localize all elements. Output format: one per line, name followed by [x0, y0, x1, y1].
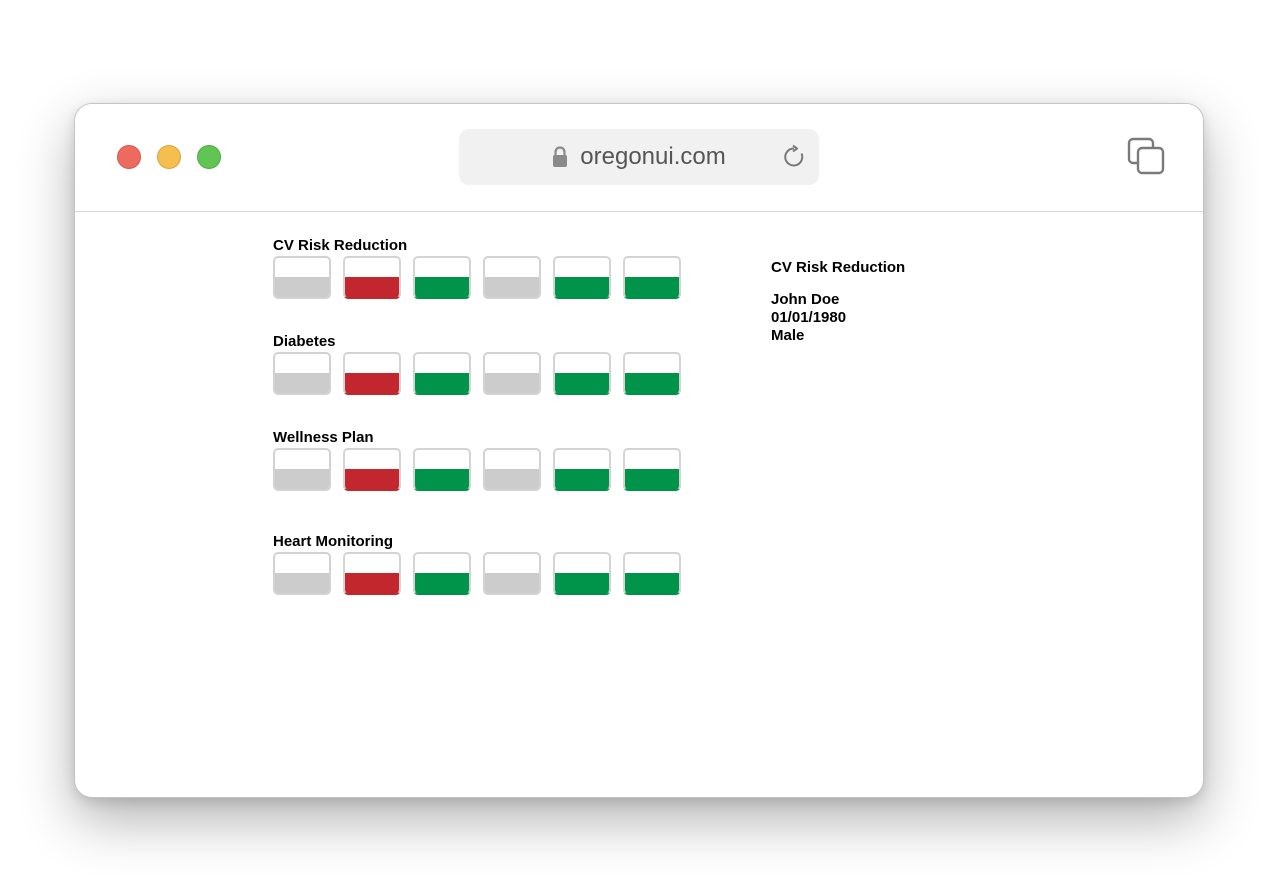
status-cell-fill: [625, 573, 679, 593]
status-cell-grey[interactable]: [273, 552, 331, 595]
status-cells: [273, 352, 681, 395]
status-cell-fill: [275, 373, 329, 393]
status-cell-fill: [415, 277, 469, 297]
patient-dob: 01/01/1980: [771, 309, 847, 326]
status-cell-green[interactable]: [413, 256, 471, 299]
group-wellness-plan: Wellness Plan: [273, 429, 681, 491]
address-bar[interactable]: oregonui.com: [459, 129, 819, 185]
patient-name: John Doe: [771, 291, 840, 308]
status-cell-fill: [485, 573, 539, 593]
status-cell-fill: [485, 277, 539, 297]
status-cells: [273, 552, 681, 595]
status-cells: [273, 256, 681, 299]
status-cell-fill: [625, 373, 679, 393]
status-cell-grey[interactable]: [483, 448, 541, 491]
group-heart-monitoring: Heart Monitoring: [273, 533, 681, 595]
status-cell-fill: [275, 469, 329, 489]
status-cell-fill: [345, 469, 399, 489]
status-cell-fill: [625, 277, 679, 297]
tabs-overview-icon[interactable]: [1127, 137, 1165, 175]
status-cell-fill: [275, 277, 329, 297]
status-cell-green[interactable]: [553, 352, 611, 395]
status-cell-fill: [415, 573, 469, 593]
patient-info-panel: CV Risk Reduction John Doe 01/01/1980 Ma…: [771, 259, 905, 345]
status-cell-fill: [625, 469, 679, 489]
status-cell-green[interactable]: [623, 552, 681, 595]
status-cell-fill: [555, 373, 609, 393]
url-text: oregonui.com: [580, 143, 726, 170]
status-cell-fill: [415, 469, 469, 489]
status-cell-fill: [345, 373, 399, 393]
status-cell-green[interactable]: [413, 448, 471, 491]
status-cell-fill: [555, 277, 609, 297]
group-title: Heart Monitoring: [273, 533, 393, 550]
group-title: CV Risk Reduction: [273, 237, 408, 254]
lock-icon: [553, 146, 568, 167]
status-cell-red[interactable]: [343, 448, 401, 491]
group-title: Diabetes: [273, 333, 336, 350]
status-cell-fill: [555, 573, 609, 593]
browser-window: oregonui.com CV Risk Reduction Diabetes …: [74, 103, 1204, 798]
status-cell-fill: [555, 469, 609, 489]
status-cell-green[interactable]: [553, 448, 611, 491]
status-cell-grey[interactable]: [483, 352, 541, 395]
status-cell-fill: [345, 573, 399, 593]
status-cell-grey[interactable]: [483, 552, 541, 595]
status-cell-grey[interactable]: [483, 256, 541, 299]
status-cell-green[interactable]: [623, 352, 681, 395]
status-cell-fill: [275, 573, 329, 593]
status-cell-green[interactable]: [553, 256, 611, 299]
status-cell-red[interactable]: [343, 256, 401, 299]
close-window-button[interactable]: [117, 145, 141, 169]
group-cv-risk-reduction: CV Risk Reduction: [273, 237, 681, 299]
status-cell-grey[interactable]: [273, 352, 331, 395]
browser-toolbar: oregonui.com: [75, 104, 1203, 212]
minimize-window-button[interactable]: [157, 145, 181, 169]
status-cell-green[interactable]: [413, 352, 471, 395]
status-cell-fill: [415, 373, 469, 393]
status-cell-red[interactable]: [343, 352, 401, 395]
status-cell-red[interactable]: [343, 552, 401, 595]
status-cell-grey[interactable]: [273, 256, 331, 299]
status-cell-fill: [485, 469, 539, 489]
patient-sex: Male: [771, 327, 805, 344]
info-title: CV Risk Reduction: [771, 259, 906, 276]
status-cell-green[interactable]: [623, 448, 681, 491]
zoom-window-button[interactable]: [197, 145, 221, 169]
status-cell-green[interactable]: [413, 552, 471, 595]
status-cells: [273, 448, 681, 491]
status-cell-green[interactable]: [553, 552, 611, 595]
status-cell-green[interactable]: [623, 256, 681, 299]
group-diabetes: Diabetes: [273, 333, 681, 395]
status-cell-grey[interactable]: [273, 448, 331, 491]
group-title: Wellness Plan: [273, 429, 374, 446]
reload-icon[interactable]: [781, 144, 807, 170]
status-cell-fill: [345, 277, 399, 297]
status-cell-fill: [485, 373, 539, 393]
page-content: CV Risk Reduction Diabetes Wellness Plan…: [75, 212, 1203, 797]
